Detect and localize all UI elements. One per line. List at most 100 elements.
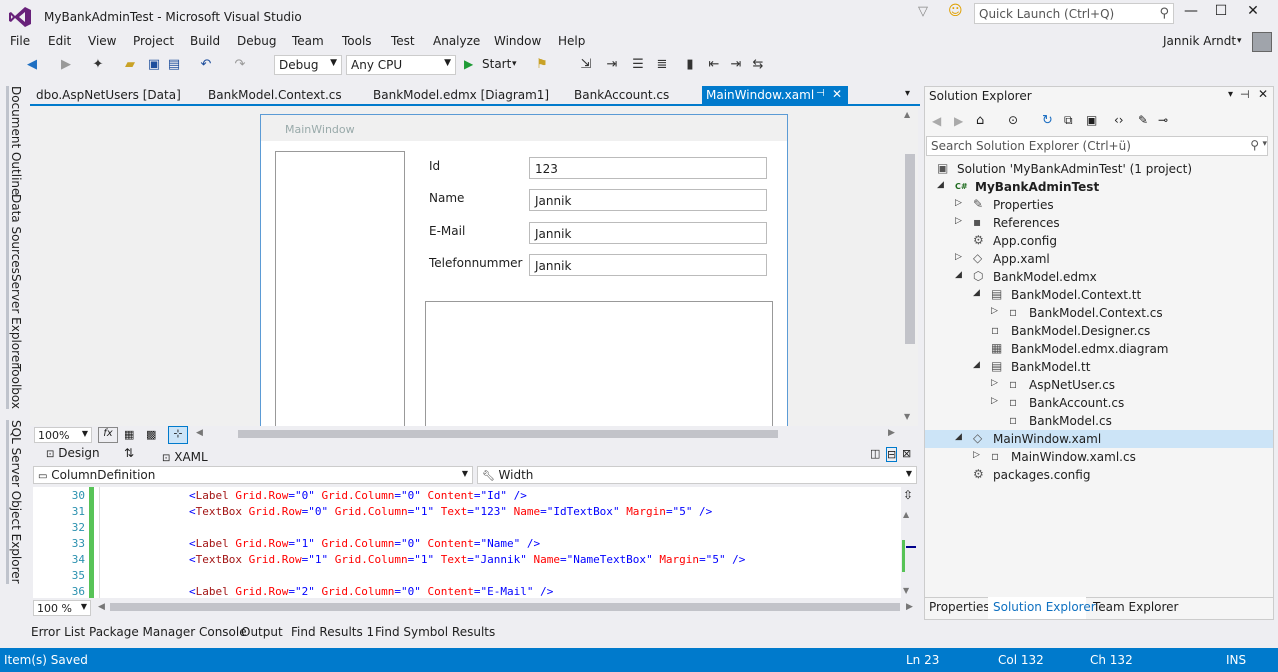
step-over-icon[interactable]: ⇥ bbox=[604, 57, 620, 73]
menu-tools[interactable]: Tools bbox=[342, 34, 372, 48]
designer-list-box[interactable] bbox=[275, 151, 405, 426]
scroll-left-arrow-icon[interactable]: ◀ bbox=[98, 602, 105, 612]
tree-item[interactable]: ▷ ▫ MainWindow.xaml.cs bbox=[925, 448, 1273, 466]
document-outline-tab[interactable]: Document Outline bbox=[6, 86, 23, 196]
property-selector[interactable]: 🔧︎ Width ▼ bbox=[477, 466, 917, 484]
undo-icon[interactable]: ↶ bbox=[198, 57, 214, 73]
collapsed-arrow-icon[interactable]: ▷ bbox=[973, 450, 980, 460]
designer-window-frame[interactable]: MainWindow Id Name E-Mail Telefonnummer … bbox=[260, 114, 788, 426]
refresh-icon[interactable]: ↻ bbox=[1042, 113, 1053, 128]
tree-item[interactable]: ▫ BankModel.Designer.cs bbox=[925, 322, 1273, 340]
menu-project[interactable]: Project bbox=[133, 34, 174, 48]
view-code-icon[interactable]: ‹› bbox=[1114, 113, 1124, 127]
output-tab[interactable]: Output bbox=[241, 625, 283, 639]
properties-panel-tab[interactable]: Properties bbox=[929, 600, 990, 614]
tree-item[interactable]: ▣ Solution 'MyBankAdminTest' (1 project) bbox=[925, 160, 1273, 178]
find-symbol-results-tab[interactable]: Find Symbol Results bbox=[375, 625, 495, 639]
navigate-back-icon[interactable]: ◀ bbox=[24, 57, 40, 73]
expanded-arrow-icon[interactable]: ◢ bbox=[937, 180, 944, 190]
snap-lines-icon[interactable]: ⊹ bbox=[168, 426, 188, 444]
step-into-icon[interactable]: ⇲ bbox=[578, 57, 594, 73]
tree-item[interactable]: ⚙ packages.config bbox=[925, 466, 1273, 484]
xaml-code-editor[interactable]: 30 <Label Grid.Row="0" Grid.Column="0" Co… bbox=[33, 487, 901, 598]
show-all-files-icon[interactable]: ▣ bbox=[1086, 113, 1097, 127]
scroll-right-arrow-icon[interactable]: ▶ bbox=[888, 428, 895, 438]
new-project-icon[interactable]: ✦ bbox=[90, 57, 106, 73]
menu-window[interactable]: Window bbox=[494, 34, 541, 48]
menu-help[interactable]: Help bbox=[558, 34, 585, 48]
home-icon[interactable]: ⌂ bbox=[976, 113, 984, 128]
collapsed-arrow-icon[interactable]: ▷ bbox=[991, 396, 998, 406]
split-editor-icon[interactable]: ⇳ bbox=[903, 488, 913, 502]
swap-panes-icon[interactable]: ⇅ bbox=[124, 446, 134, 460]
pin-panel-icon[interactable]: ⊣ bbox=[1240, 88, 1250, 101]
back-icon[interactable]: ◀ bbox=[932, 114, 941, 128]
pin-tab-icon[interactable]: ⊣ bbox=[816, 88, 825, 99]
formula-fx-icon[interactable]: fx bbox=[98, 427, 118, 443]
avatar[interactable] bbox=[1252, 32, 1272, 52]
collapse-pane-icon[interactable]: ⊠ bbox=[902, 447, 911, 460]
telefonnummer-textbox[interactable]: Jannik bbox=[529, 254, 767, 276]
design-tab[interactable]: ⊡ Design bbox=[46, 446, 100, 460]
tree-item[interactable]: ▷ ◇ App.xaml bbox=[925, 250, 1273, 268]
expanded-arrow-icon[interactable]: ◢ bbox=[955, 432, 962, 442]
designer-data-area[interactable] bbox=[425, 301, 773, 426]
uncomment-lines-icon[interactable]: ≣ bbox=[654, 57, 670, 73]
collapsed-arrow-icon[interactable]: ▷ bbox=[955, 252, 962, 262]
tree-item[interactable]: ◢ ◇ MainWindow.xaml bbox=[925, 430, 1273, 448]
properties-wrench-icon[interactable]: ✎ bbox=[1138, 113, 1148, 127]
close-window-button[interactable]: ✕ bbox=[1240, 3, 1266, 21]
quick-launch-input[interactable]: Quick Launch (Ctrl+Q) ⚲ bbox=[974, 3, 1174, 24]
menu-test[interactable]: Test bbox=[391, 34, 415, 48]
tree-item[interactable]: ◢ ▤ BankModel.Context.tt bbox=[925, 286, 1273, 304]
collapse-all-icon[interactable]: ⧉ bbox=[1064, 113, 1073, 128]
find-in-files-icon[interactable]: ⚑ bbox=[534, 57, 550, 73]
expanded-arrow-icon[interactable]: ◢ bbox=[973, 288, 980, 298]
save-all-icon[interactable]: ▤ bbox=[166, 57, 182, 73]
tab-aspnetusers-data[interactable]: dbo.AspNetUsers [Data] bbox=[36, 88, 181, 102]
menu-analyze[interactable]: Analyze bbox=[433, 34, 480, 48]
collapsed-arrow-icon[interactable]: ▷ bbox=[991, 306, 998, 316]
start-dropdown-chevron-icon[interactable]: ▾ bbox=[512, 59, 517, 69]
comment-lines-icon[interactable]: ☰ bbox=[630, 57, 646, 73]
expanded-arrow-icon[interactable]: ◢ bbox=[973, 360, 980, 370]
scroll-down-arrow-icon[interactable]: ▼ bbox=[903, 586, 909, 595]
user-name[interactable]: Jannik Arndt bbox=[1163, 34, 1236, 48]
designer-horizontal-scrollbar[interactable] bbox=[238, 430, 778, 438]
grid-icon[interactable]: ▦ bbox=[124, 428, 134, 441]
tree-item[interactable]: ▷ ✎ Properties bbox=[925, 196, 1273, 214]
tree-item[interactable]: ◢ C# MyBankAdminTest bbox=[925, 178, 1273, 196]
forward-icon[interactable]: ▶ bbox=[954, 114, 963, 128]
tree-item[interactable]: ▷ ▫ BankModel.Context.cs bbox=[925, 304, 1273, 322]
error-list-tab[interactable]: Error List bbox=[31, 625, 85, 639]
xaml-tab[interactable]: ⊡ XAML bbox=[162, 450, 208, 464]
tree-item[interactable]: ▷ ▫ AspNetUser.cs bbox=[925, 376, 1273, 394]
vertical-split-icon[interactable]: ◫ bbox=[870, 447, 880, 460]
clear-bookmarks-icon[interactable]: ⇆ bbox=[750, 57, 766, 73]
editor-zoom-select[interactable]: 100 % ▼ bbox=[33, 600, 91, 616]
tab-bankaccount-cs[interactable]: BankAccount.cs bbox=[574, 88, 669, 102]
tab-bankmodel-context-cs[interactable]: BankModel.Context.cs bbox=[208, 88, 342, 102]
menu-build[interactable]: Build bbox=[190, 34, 220, 48]
scroll-down-arrow-icon[interactable]: ▼ bbox=[904, 412, 910, 421]
tab-bankmodel-edmx-diagram[interactable]: BankModel.edmx [Diagram1] bbox=[373, 88, 549, 102]
start-button[interactable]: Start bbox=[482, 57, 511, 71]
team-explorer-panel-tab[interactable]: Team Explorer bbox=[1093, 600, 1179, 614]
preview-selected-icon[interactable]: ⊸ bbox=[1158, 113, 1168, 127]
tree-item[interactable]: ▷ ▪ References bbox=[925, 214, 1273, 232]
expanded-arrow-icon[interactable]: ◢ bbox=[955, 270, 962, 280]
close-tab-icon[interactable]: ✕ bbox=[832, 87, 842, 101]
next-bookmark-icon[interactable]: ⇥ bbox=[728, 57, 744, 73]
tree-item[interactable]: ▷ ▫ BankAccount.cs bbox=[925, 394, 1273, 412]
menu-edit[interactable]: Edit bbox=[48, 34, 71, 48]
server-explorer-tab[interactable]: Server Explorer bbox=[6, 274, 23, 368]
name-textbox[interactable]: Jannik bbox=[529, 189, 767, 211]
menu-view[interactable]: View bbox=[88, 34, 116, 48]
menu-team[interactable]: Team bbox=[292, 34, 324, 48]
editor-horizontal-scrollbar[interactable] bbox=[110, 603, 900, 611]
tree-item[interactable]: ▦ BankModel.edmx.diagram bbox=[925, 340, 1273, 358]
snap-grid-icon[interactable]: ▩ bbox=[146, 428, 156, 441]
minimize-button[interactable]: — bbox=[1178, 3, 1204, 21]
close-panel-icon[interactable]: ✕ bbox=[1258, 87, 1268, 101]
scroll-left-arrow-icon[interactable]: ◀ bbox=[196, 428, 203, 438]
